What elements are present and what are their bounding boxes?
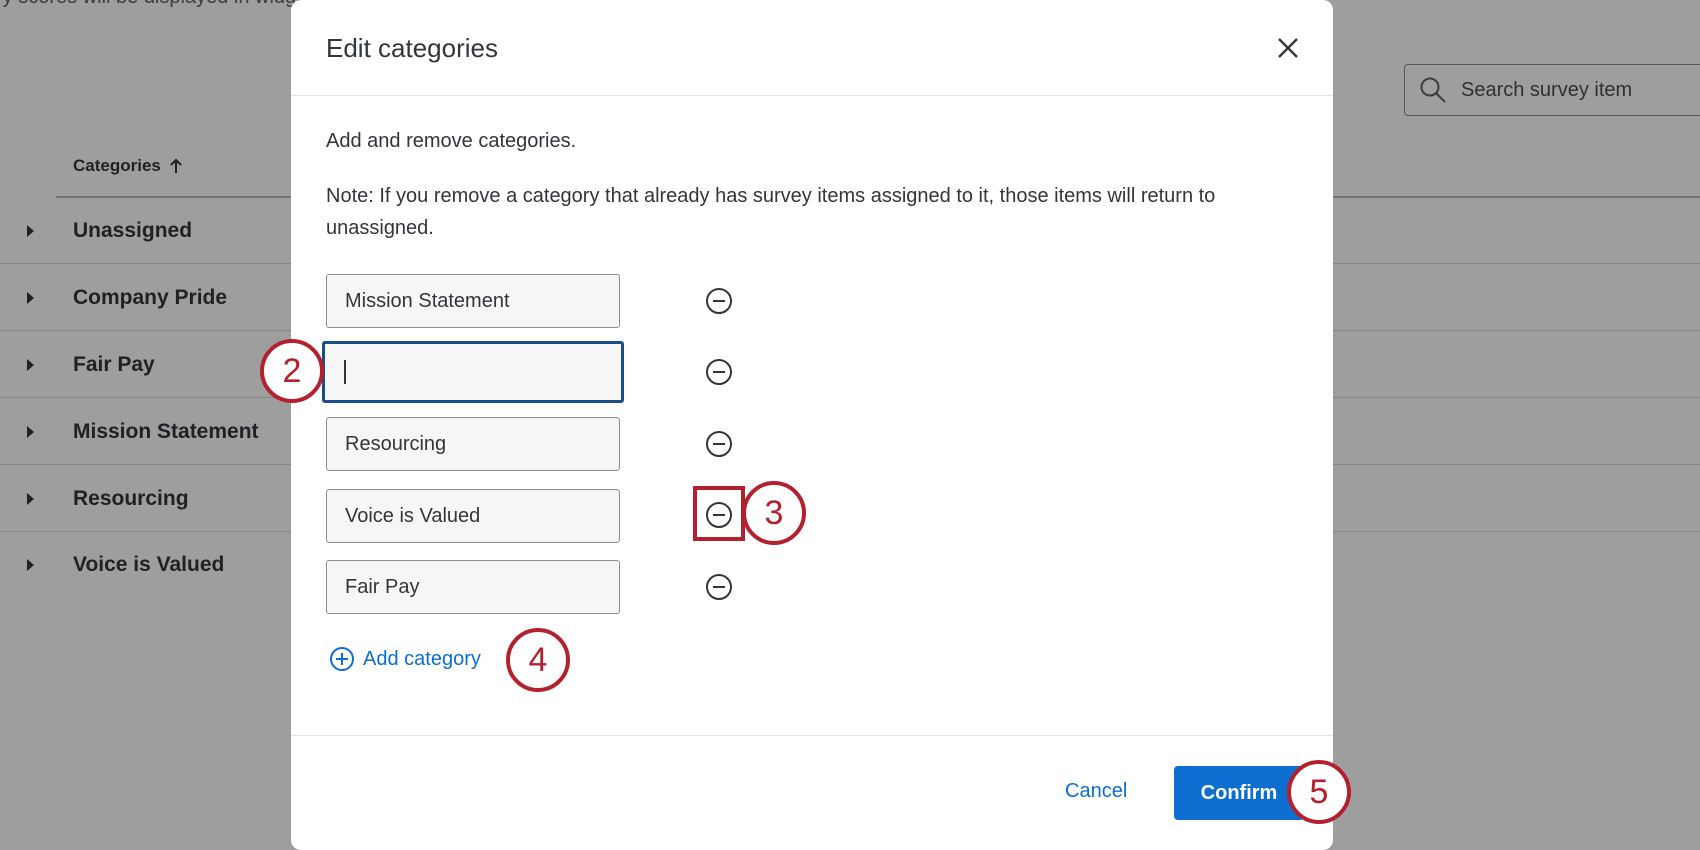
confirm-button[interactable]: Confirm bbox=[1174, 766, 1304, 820]
step-callout-2: 2 bbox=[260, 339, 324, 403]
remove-button-highlight bbox=[693, 486, 745, 541]
text-cursor bbox=[344, 360, 346, 384]
step-callout-4: 4 bbox=[506, 628, 570, 692]
step-callout-3: 3 bbox=[742, 481, 806, 545]
remove-category-icon[interactable] bbox=[705, 287, 733, 315]
category-input[interactable] bbox=[326, 274, 620, 328]
dialog-header: Edit categories bbox=[291, 0, 1333, 96]
remove-category-icon[interactable] bbox=[705, 358, 733, 386]
plus-circle-icon bbox=[330, 647, 354, 671]
category-input[interactable] bbox=[326, 560, 620, 614]
step-callout-5: 5 bbox=[1287, 760, 1351, 824]
add-category-button[interactable]: Add category bbox=[329, 646, 481, 672]
dialog-title: Edit categories bbox=[326, 33, 498, 63]
cancel-button[interactable]: Cancel bbox=[1065, 780, 1127, 803]
category-input[interactable] bbox=[326, 489, 620, 543]
add-category-label: Add category bbox=[363, 647, 481, 670]
close-icon[interactable] bbox=[1274, 34, 1302, 62]
remove-category-icon[interactable] bbox=[705, 573, 733, 601]
edit-categories-dialog: Edit categories Add and remove categorie… bbox=[291, 0, 1333, 850]
category-input-new[interactable] bbox=[322, 341, 624, 403]
category-input[interactable] bbox=[326, 417, 620, 471]
dialog-intro-text: Add and remove categories. bbox=[326, 130, 577, 152]
remove-category-icon[interactable] bbox=[705, 430, 733, 458]
dialog-note-text: Note: If you remove a category that alre… bbox=[326, 185, 1216, 239]
